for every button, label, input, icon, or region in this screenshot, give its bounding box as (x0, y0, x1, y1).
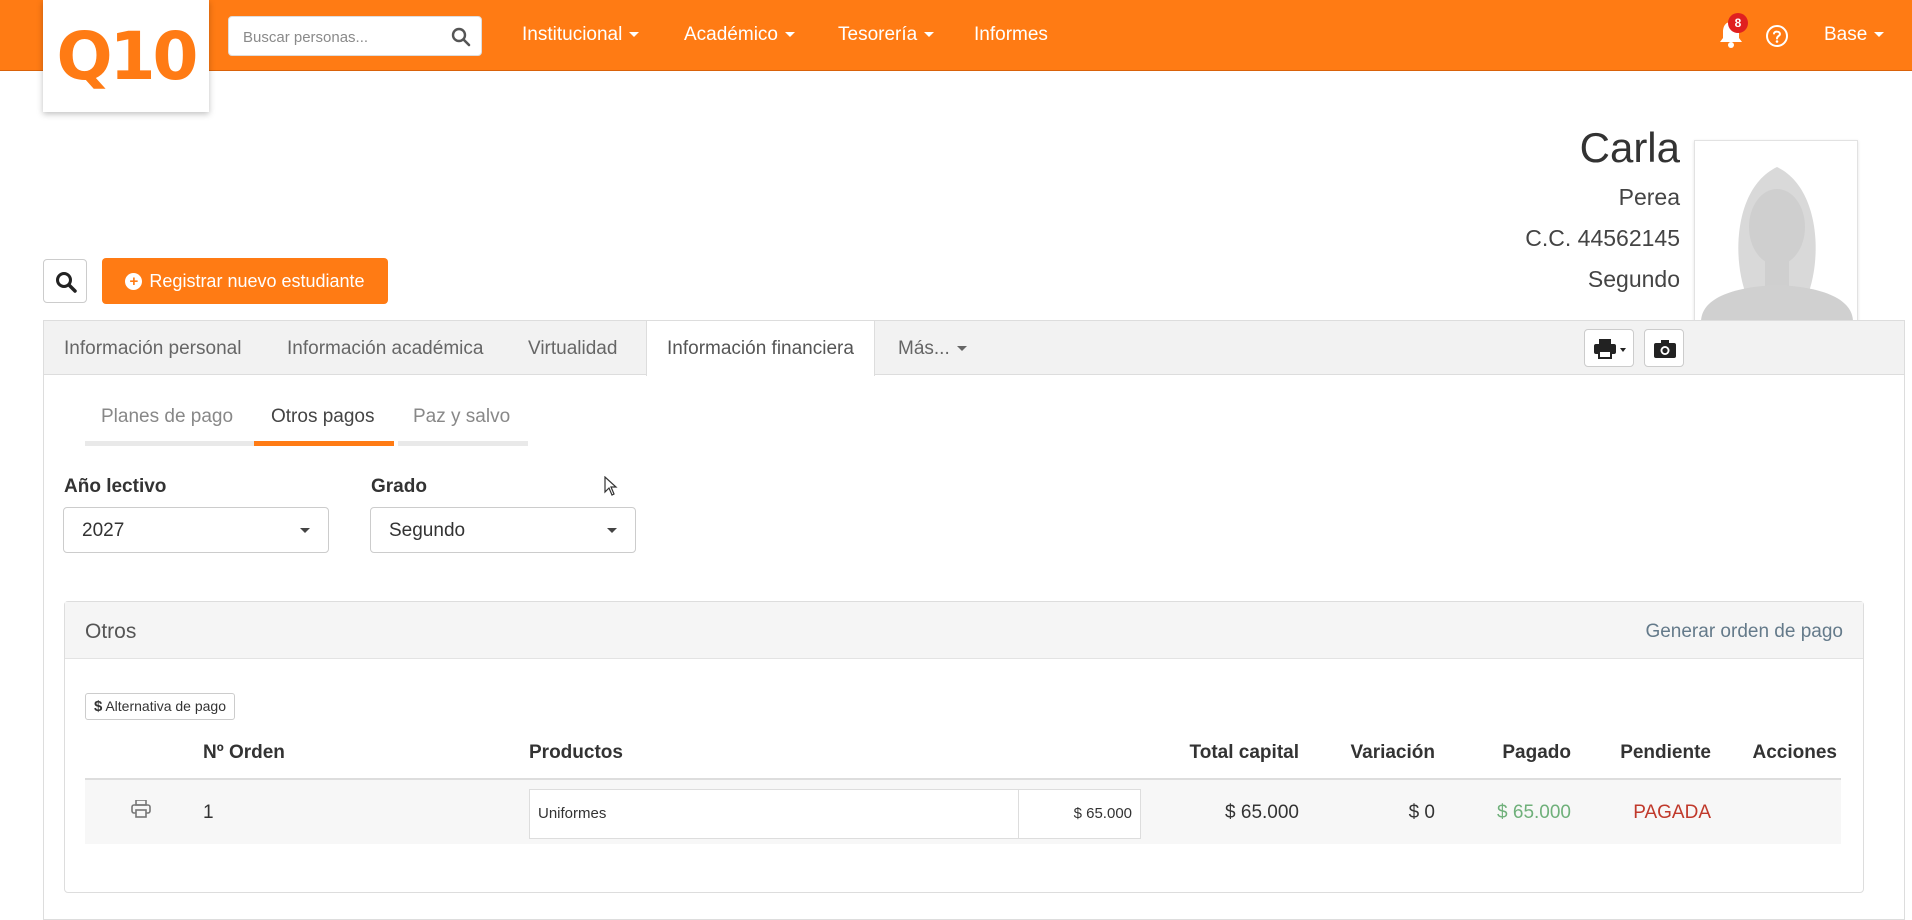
product-price: $ 65.000 (1073, 805, 1132, 822)
grade-select[interactable]: Segundo (370, 507, 636, 553)
tab-financial-info[interactable]: Información financiera (646, 321, 875, 376)
chevron-down-icon (300, 528, 310, 533)
user-menu-label: Base (1824, 24, 1868, 45)
notification-badge: 8 (1728, 13, 1748, 33)
year-value: 2027 (82, 520, 125, 541)
nav-informes[interactable]: Informes (974, 24, 1048, 46)
dollar-icon: $ (94, 698, 103, 715)
nav-academico-label: Académico (684, 24, 778, 45)
subtab-other-payments[interactable]: Otros pagos (271, 406, 375, 428)
chevron-down-icon (629, 32, 640, 38)
student-panel: Información personal Información académi… (43, 320, 1905, 920)
product-divider (1018, 790, 1019, 838)
chevron-down-icon (1874, 32, 1885, 38)
search-icon (56, 272, 77, 293)
generate-payment-order-link[interactable]: Generar orden de pago (1645, 621, 1843, 643)
subtab-payment-plans[interactable]: Planes de pago (101, 406, 233, 428)
grade-value: Segundo (389, 520, 466, 541)
other-payments-card: Otros Generar orden de pago $ Alternativa… (64, 601, 1864, 893)
paid-value: $ 65.000 (1497, 802, 1571, 823)
user-menu[interactable]: Base (1824, 24, 1885, 46)
nav-institucional[interactable]: Institucional (522, 24, 640, 46)
student-last-name: Perea (1618, 184, 1680, 210)
total-capital-value: $ 65.000 (1225, 802, 1299, 823)
year-label: Año lectivo (64, 476, 167, 497)
tab-personal-info[interactable]: Información personal (64, 338, 241, 360)
variation-value: $ 0 (1408, 802, 1435, 823)
col-total-capital: Total capital (1189, 742, 1299, 763)
search-student-button[interactable] (43, 259, 87, 303)
chevron-down-icon (924, 32, 935, 38)
subtab-underline (398, 441, 528, 446)
product-name: Uniformes (538, 805, 607, 822)
print-menu-button[interactable] (1584, 329, 1634, 367)
chevron-down-icon (956, 346, 967, 352)
product-line: Uniformes $ 65.000 (529, 789, 1141, 839)
col-pending: Pendiente (1620, 742, 1711, 763)
search-icon[interactable] (451, 27, 471, 47)
payment-alternative-label: Alternativa de pago (105, 698, 226, 714)
logo-text: Q10 (56, 17, 199, 95)
chevron-down-icon (607, 528, 617, 533)
card-title: Otros (85, 620, 137, 643)
camera-icon (1654, 340, 1676, 358)
payment-alternative-button[interactable]: $ Alternativa de pago (85, 693, 235, 720)
chevron-down-icon (785, 32, 795, 38)
col-variation: Variación (1350, 742, 1436, 763)
col-actions: Acciones (1752, 742, 1837, 763)
avatar-placeholder-icon (1701, 147, 1853, 347)
register-student-button[interactable]: + Registrar nuevo estudiante (102, 258, 388, 304)
tab-more[interactable]: Más... (898, 338, 967, 360)
card-header: Otros Generar orden de pago (65, 602, 1863, 659)
camera-button[interactable] (1644, 329, 1684, 367)
col-paid: Pagado (1502, 742, 1571, 763)
student-grade: Segundo (1587, 266, 1680, 292)
top-navbar: Institucional Académico Tesorería Inform… (0, 0, 1912, 71)
register-student-label: Registrar nuevo estudiante (149, 270, 365, 291)
tab-more-label: Más... (898, 338, 950, 359)
pending-status: PAGADA (1633, 802, 1711, 823)
people-search-input[interactable] (243, 26, 443, 48)
year-select[interactable]: 2027 (63, 507, 329, 553)
order-number: 1 (203, 802, 214, 823)
nav-informes-label: Informes (974, 24, 1048, 45)
q10-logo[interactable]: Q10 (43, 0, 209, 112)
student-document: C.C. 44562145 (1525, 225, 1680, 251)
printer-icon (1594, 339, 1626, 359)
nav-tesoreria[interactable]: Tesorería (838, 24, 935, 46)
subtab-clearance[interactable]: Paz y salvo (413, 406, 510, 428)
plus-circle-icon: + (125, 272, 143, 290)
search-box[interactable] (228, 16, 482, 56)
nav-academico[interactable]: Académico (684, 24, 795, 46)
nav-institucional-label: Institucional (522, 24, 623, 45)
col-order: Nº Orden (203, 742, 285, 763)
subtab-underline (85, 441, 258, 446)
help-icon[interactable] (1765, 24, 1789, 48)
mouse-cursor-icon (604, 476, 618, 496)
tab-virtuality[interactable]: Virtualidad (528, 338, 617, 360)
grade-label: Grado (371, 476, 427, 497)
tab-academic-info[interactable]: Información académica (287, 338, 483, 360)
tab-bar: Información personal Información académi… (44, 321, 1904, 376)
student-first-name: Carla (1579, 124, 1680, 171)
subtab-active-underline (254, 441, 394, 446)
nav-tesoreria-label: Tesorería (838, 24, 918, 45)
col-products: Productos (529, 742, 623, 763)
printer-icon[interactable] (131, 800, 151, 818)
